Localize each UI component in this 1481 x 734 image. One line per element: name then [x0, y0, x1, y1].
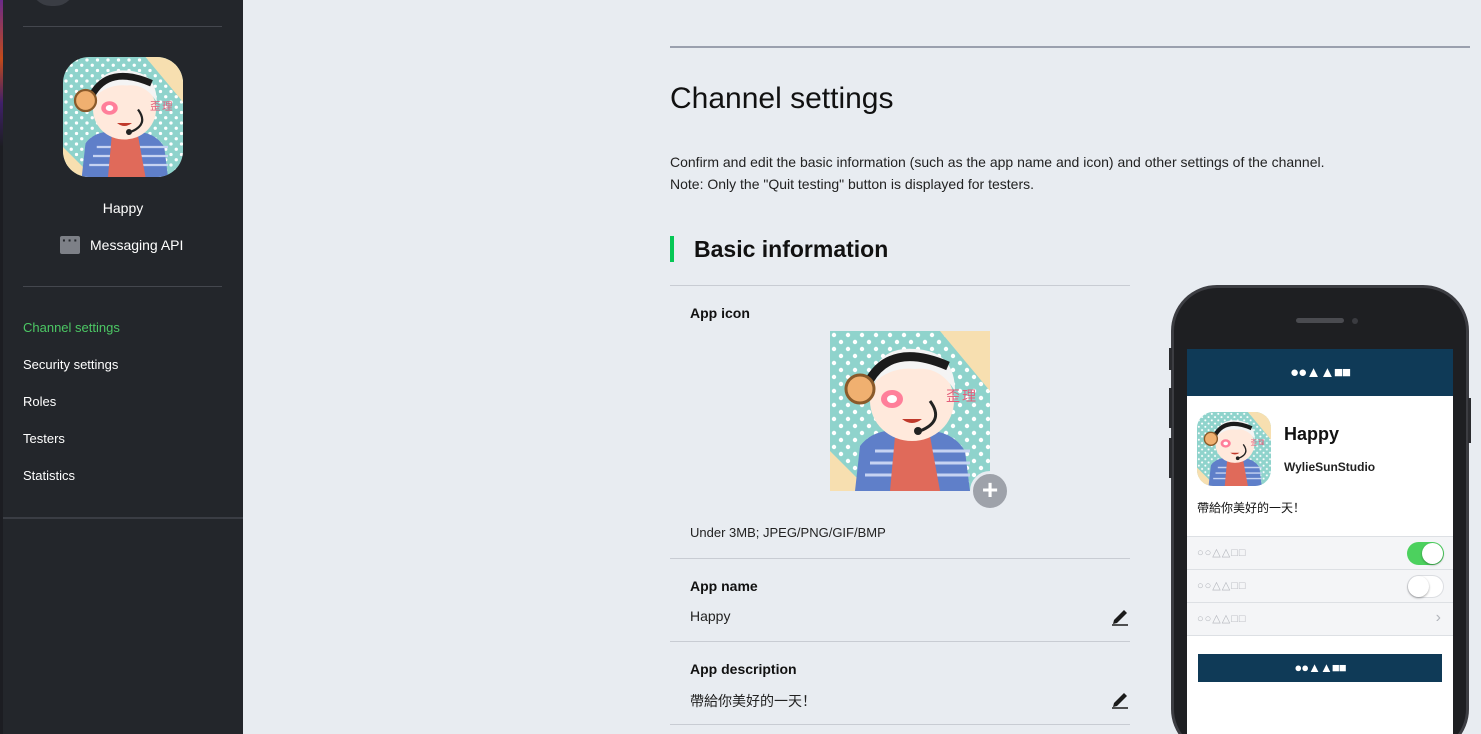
toggle-knob [1408, 576, 1429, 597]
sidebar-item-security-settings[interactable]: Security settings [23, 355, 120, 392]
phone-side-button [1468, 398, 1471, 443]
intro-line-1: Confirm and edit the basic information (… [670, 154, 1325, 170]
pencil-icon [1112, 610, 1128, 626]
preview-row-label: ○○△△□□ [1197, 613, 1247, 625]
preview-toggle-off[interactable] [1407, 575, 1444, 598]
preview-row-label: ○○△△□□ [1197, 547, 1247, 559]
channel-type: Messaging API [60, 232, 184, 254]
app-description-label: App description [690, 661, 797, 677]
preview-app-icon [1197, 412, 1271, 486]
page-title: Channel settings [670, 82, 894, 115]
chat-bubble-icon [60, 232, 80, 254]
pencil-icon [1112, 693, 1128, 709]
sidebar-divider [23, 26, 222, 27]
sidebar-divider [23, 286, 222, 287]
channel-name: Happy [102, 200, 144, 216]
preview-description: 帶給你美好的一天！ [1197, 501, 1306, 515]
sidebar-nav: Channel settings Security settings Roles… [23, 318, 120, 503]
user-avatar[interactable] [31, 0, 75, 6]
preview-setting-row: ○○△△□□ [1187, 570, 1453, 603]
preview-studio-name: WylieSunStudio [1284, 460, 1376, 474]
phone-preview: ●●▲▲■■ Happy WylieSunStudio 帶給你美好的一天！ ○○… [1169, 285, 1471, 734]
header-rule [670, 46, 1470, 48]
app-description-field: App description 帶給你美好的一天！ [670, 641, 1130, 725]
preview-toggle-on[interactable] [1407, 542, 1444, 565]
app-name-label: App name [690, 578, 758, 594]
preview-row-label: ○○△△□□ [1197, 580, 1247, 592]
sidebar: Happy Messaging API Channel settings Sec… [3, 0, 243, 734]
preview-setting-row[interactable]: ○○△△□□ › [1187, 603, 1453, 636]
channel-icon-image [63, 57, 183, 177]
preview-app-name: Happy [1284, 424, 1340, 444]
phone-side-button [1169, 388, 1172, 428]
edit-app-name-button[interactable] [1110, 607, 1130, 627]
app-icon-image [830, 331, 990, 491]
sidebar-item-roles[interactable]: Roles [23, 392, 120, 429]
section-title-basic-information: Basic information [670, 236, 888, 262]
sidebar-item-statistics[interactable]: Statistics [23, 466, 120, 503]
preview-setting-row: ○○△△□□ [1187, 537, 1453, 570]
preview-profile: Happy WylieSunStudio 帶給你美好的一天！ [1187, 396, 1453, 537]
edit-app-description-button[interactable] [1110, 690, 1130, 710]
sidebar-item-channel-settings[interactable]: Channel settings [23, 318, 120, 355]
app-description-value: 帶給你美好的一天！ [690, 693, 816, 709]
channel-type-label: Messaging API [90, 237, 184, 253]
app-icon-hint: Under 3MB; JPEG/PNG/GIF/BMP [690, 525, 886, 540]
toggle-knob [1422, 543, 1443, 564]
phone-side-button [1169, 348, 1172, 370]
sidebar-bottom-divider [3, 517, 243, 519]
phone-camera [1352, 318, 1358, 324]
app-name-field: App name Happy [670, 558, 1130, 641]
phone-speaker [1296, 318, 1344, 323]
preview-action-button[interactable]: ●●▲▲■■ [1198, 654, 1442, 682]
preview-header: ●●▲▲■■ [1187, 349, 1453, 396]
phone-side-button [1169, 438, 1172, 478]
upload-icon-button[interactable]: + [970, 471, 1010, 511]
app-name-value: Happy [690, 608, 731, 624]
intro-line-2: Note: Only the "Quit testing" button is … [670, 176, 1035, 192]
app-icon-field: App icon + Under 3MB; JPEG/PNG/GIF/BMP [670, 285, 1130, 558]
page-intro: Confirm and edit the basic information (… [670, 151, 1325, 195]
phone-screen: ●●▲▲■■ Happy WylieSunStudio 帶給你美好的一天！ ○○… [1187, 349, 1453, 734]
chevron-right-icon: › [1435, 609, 1441, 626]
app-icon-label: App icon [690, 305, 750, 321]
sidebar-item-testers[interactable]: Testers [23, 429, 120, 466]
